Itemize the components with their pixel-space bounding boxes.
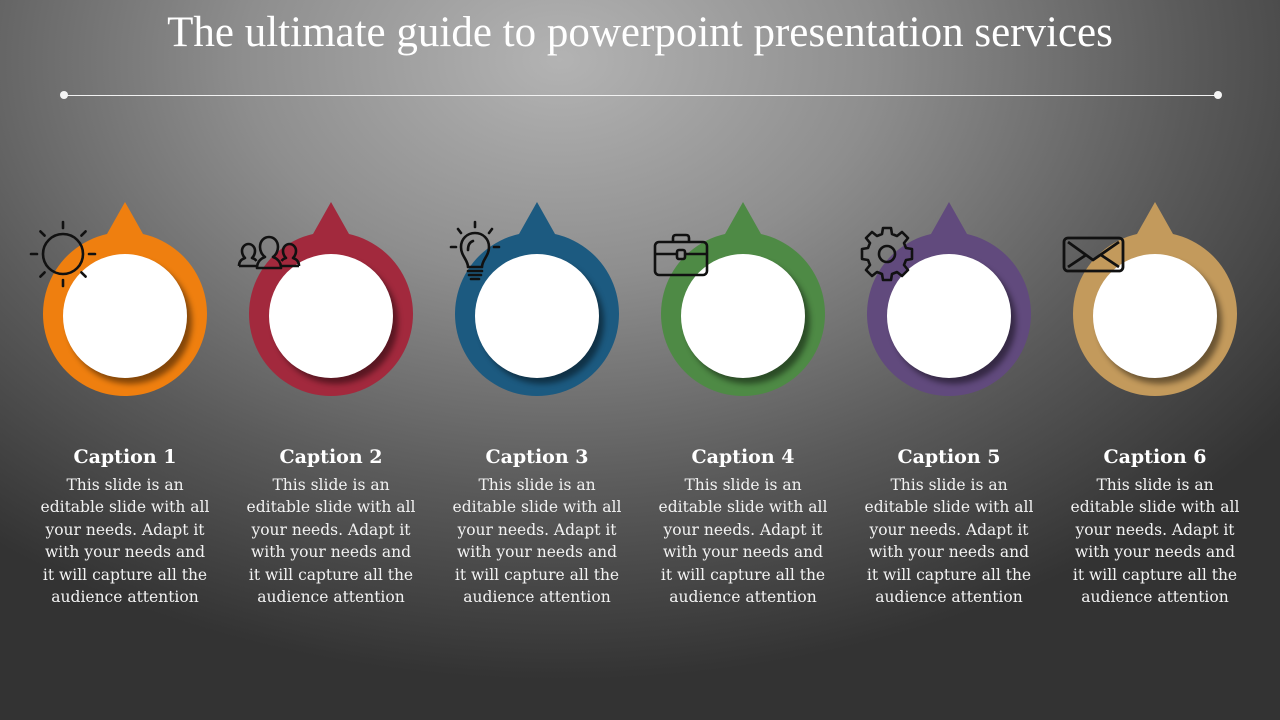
caption-body: This slide is an editable slide with all… bbox=[246, 476, 416, 607]
sun-icon bbox=[29, 220, 97, 288]
pin-inner-circle bbox=[653, 233, 805, 378]
lightbulb-icon bbox=[449, 220, 501, 281]
caption-title: Caption 2 bbox=[279, 446, 383, 468]
caption-title: Caption 5 bbox=[897, 446, 1001, 468]
caption-body: This slide is an editable slide with all… bbox=[1070, 476, 1240, 607]
pin-marker-6 bbox=[1062, 200, 1240, 400]
caption-block-2: Caption 2 This slide is an editable slid… bbox=[231, 440, 431, 608]
caption-title: Caption 1 bbox=[73, 446, 177, 468]
caption-body: This slide is an editable slide with all… bbox=[658, 476, 828, 607]
pin-marker-2 bbox=[237, 200, 416, 400]
caption-block-1: Caption 1 This slide is an editable slid… bbox=[25, 440, 225, 608]
pin-inner-circle bbox=[449, 220, 599, 378]
caption-body: This slide is an editable slide with all… bbox=[452, 476, 622, 607]
divider-left-dot bbox=[60, 91, 68, 99]
pin-inner-circle bbox=[1062, 236, 1217, 378]
caption-title: Caption 3 bbox=[485, 446, 589, 468]
pin-marker-4 bbox=[653, 200, 828, 400]
caption-body: This slide is an editable slide with all… bbox=[864, 476, 1034, 607]
gear-icon bbox=[860, 226, 914, 282]
pin-inner-circle bbox=[237, 235, 393, 378]
caption-title: Caption 6 bbox=[1103, 446, 1207, 468]
pin-inner-circle bbox=[860, 226, 1011, 378]
caption-block-6: Caption 6 This slide is an editable slid… bbox=[1055, 440, 1255, 608]
caption-body: This slide is an editable slide with all… bbox=[40, 476, 210, 607]
pin-inner-circle bbox=[29, 220, 187, 378]
pin-marker-3 bbox=[449, 200, 622, 400]
caption-block-4: Caption 4 This slide is an editable slid… bbox=[643, 440, 843, 608]
caption-title: Caption 4 bbox=[691, 446, 795, 468]
pin-marker-5 bbox=[860, 200, 1034, 400]
envelope-icon bbox=[1062, 236, 1125, 273]
divider-right-dot bbox=[1214, 91, 1222, 99]
caption-block-5: Caption 5 This slide is an editable slid… bbox=[849, 440, 1049, 608]
users-icon bbox=[237, 235, 301, 270]
pin-marker-1 bbox=[29, 200, 210, 400]
caption-block-3: Caption 3 This slide is an editable slid… bbox=[437, 440, 637, 608]
slide-title: The ultimate guide to powerpoint present… bbox=[167, 9, 1113, 56]
briefcase-icon bbox=[653, 233, 709, 277]
title-divider bbox=[64, 94, 1218, 96]
